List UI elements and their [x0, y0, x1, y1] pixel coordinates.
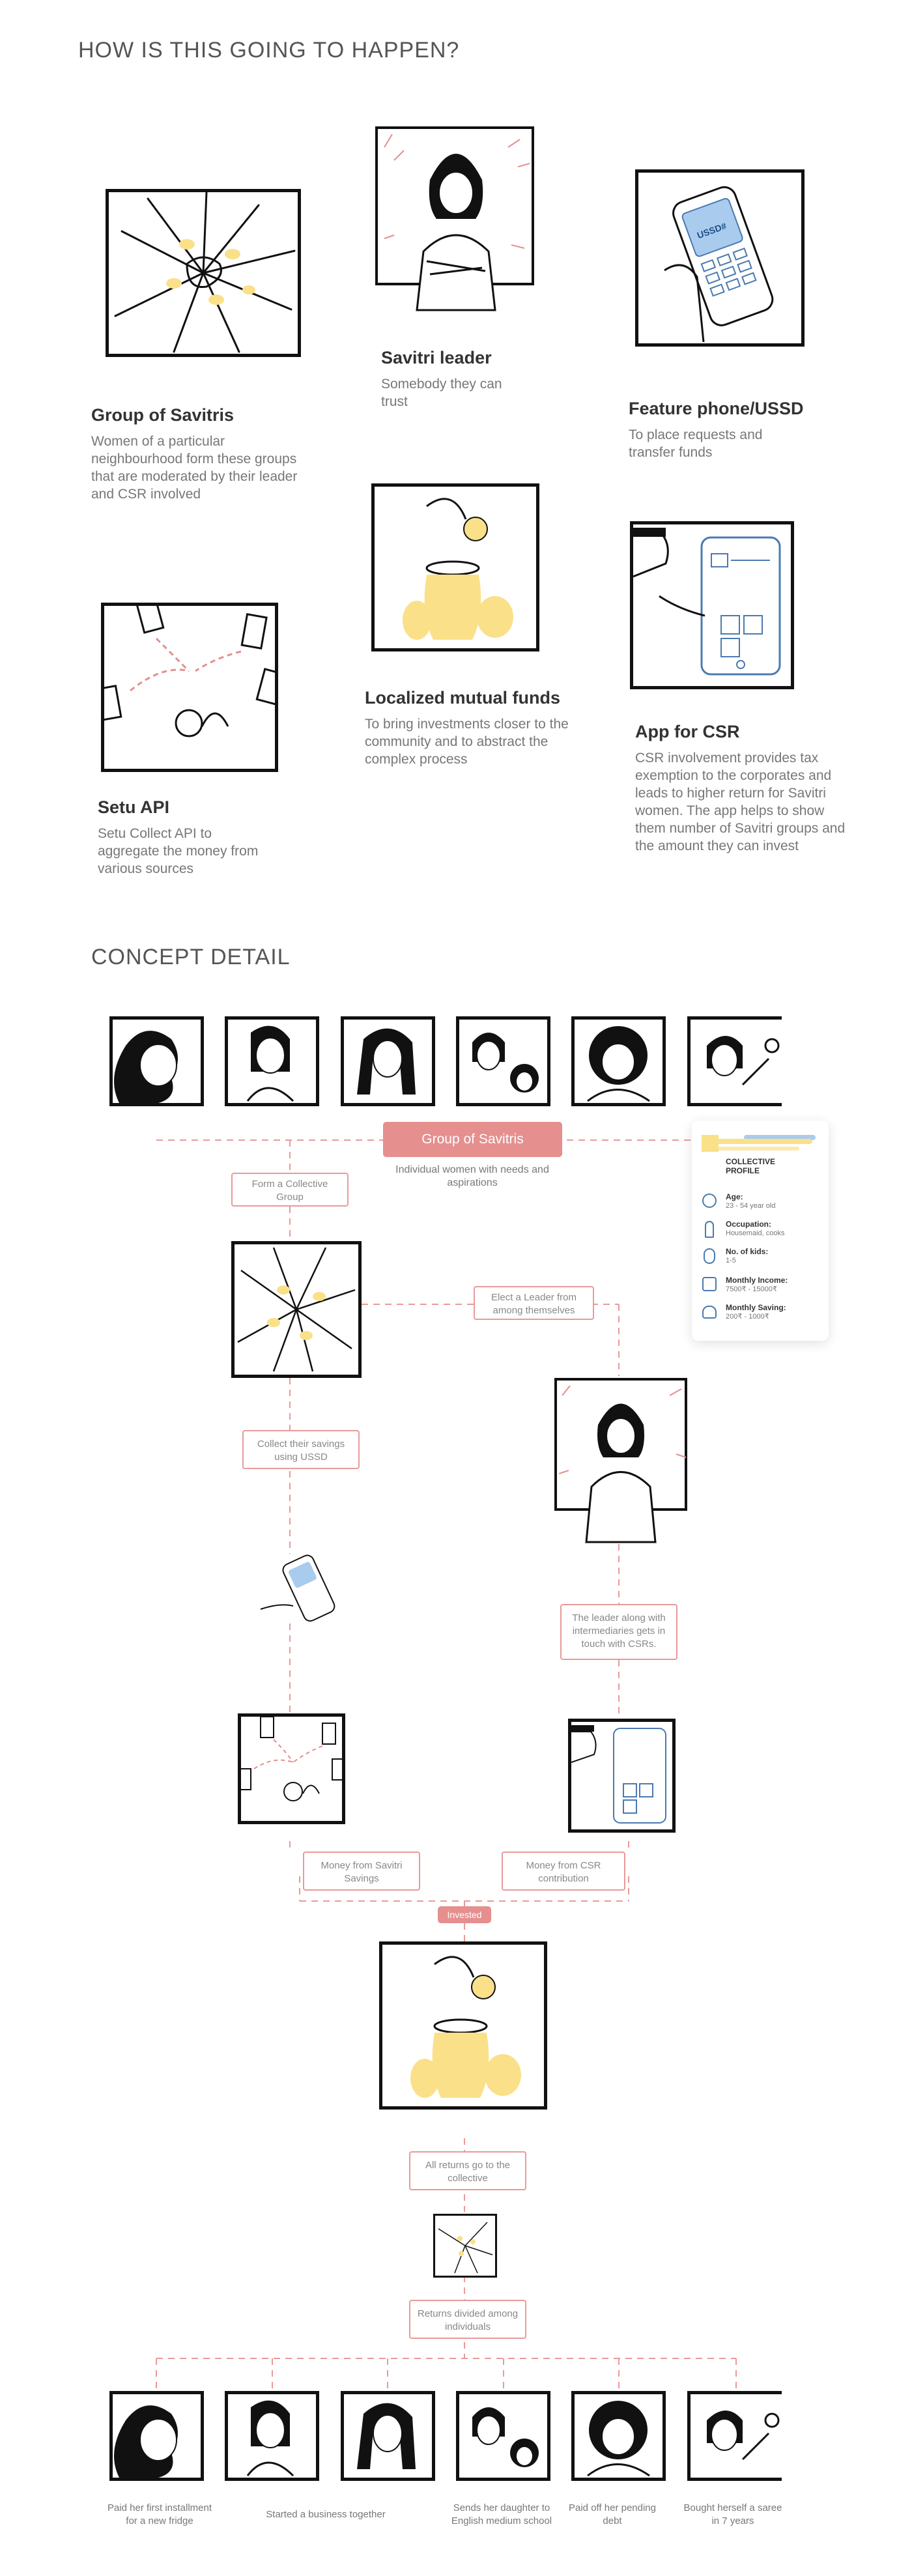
woman-face-icon — [246, 2400, 294, 2477]
saving-icon — [702, 1306, 717, 1319]
feature-phone-icon — [260, 1554, 335, 1622]
money-collect-icon — [237, 1716, 346, 1801]
flow-hands-illustration — [231, 1241, 362, 1378]
step-returns-divided: Returns divided among individuals — [409, 2300, 526, 2339]
woman-portrait-3 — [341, 1016, 435, 1106]
profile-kids-value: 1-5 — [726, 1257, 736, 1265]
money-jar-icon — [410, 1956, 521, 2098]
outcome-caption-5: Bought herself a saree in 7 years — [683, 2502, 782, 2526]
outcome-portrait-6 — [687, 2391, 782, 2481]
woman-portrait-1 — [109, 1016, 204, 1106]
flow-setu-illustration — [237, 1713, 346, 1824]
profile-income-label: Monthly Income: — [726, 1276, 788, 1285]
leader-woman-icon — [554, 1378, 687, 1543]
profile-title-2: PROFILE — [726, 1166, 760, 1175]
flow-funds-illustration — [379, 1941, 547, 2110]
woman-face-icon — [114, 2405, 178, 2478]
invested-pill: Invested — [438, 1906, 491, 1923]
csr-tablet-icon — [571, 1725, 666, 1824]
flow-csr-app-illustration — [568, 1719, 676, 1833]
step-collect-savings: Collect their savings using USSD — [242, 1430, 360, 1469]
outcome-portrait-4 — [456, 2391, 550, 2481]
step-money-csr: Money from CSR contribution — [502, 1852, 625, 1891]
flow-leader-illustration — [552, 1376, 689, 1544]
step-leader-csr: The leader along with intermediaries get… — [560, 1604, 677, 1660]
outcome-caption-1: Paid her first installment for a new fri… — [107, 2502, 212, 2526]
profile-saving-label: Monthly Saving: — [726, 1303, 786, 1312]
flow-hands-small-illustration — [433, 2214, 497, 2278]
woman-face-icon — [357, 2403, 416, 2469]
profile-title-1: COLLECTIVE — [726, 1157, 776, 1166]
woman-portrait-6 — [687, 1016, 782, 1106]
profile-age-value: 23 - 54 year old — [726, 1202, 776, 1210]
hands-stack-icon — [237, 1247, 356, 1372]
outcome-portrait-5 — [571, 2391, 666, 2481]
woman-child-icon — [472, 1033, 539, 1093]
occupation-icon — [705, 1221, 714, 1238]
hands-stack-icon — [438, 2222, 493, 2274]
outcome-caption-2: Started a business together — [266, 2509, 386, 2520]
profile-income-value: 7500₹ - 15000₹ — [726, 1285, 777, 1293]
outcome-portrait-1 — [109, 2391, 204, 2481]
outcome-portrait-2 — [225, 2391, 319, 2481]
outcome-caption-4: Paid off her pending debt — [569, 2502, 656, 2526]
woman-face-icon — [357, 1028, 416, 1095]
profile-saving-value: 200₹ - 1000₹ — [726, 1313, 769, 1321]
profile-color-block — [702, 1135, 719, 1152]
group-of-savitris-pill: Group of Savitris — [383, 1122, 562, 1157]
woman-waving-icon — [707, 2411, 780, 2461]
profile-occupation-label: Occupation: — [726, 1220, 772, 1229]
woman-portrait-4 — [456, 1016, 550, 1106]
age-icon — [702, 1194, 717, 1208]
group-caption: Individual women with needs and aspirati… — [395, 1164, 549, 1188]
outcome-caption-3: Sends her daughter to English medium sch… — [451, 2502, 552, 2526]
profile-age-label: Age: — [726, 1192, 743, 1201]
woman-face-icon — [587, 1026, 650, 1102]
step-form-group: Form a Collective Group — [231, 1173, 349, 1207]
kids-icon — [704, 1248, 715, 1264]
woman-portrait-2 — [225, 1016, 319, 1106]
flow-phone-illustration — [257, 1554, 355, 1625]
woman-face-icon — [246, 1025, 294, 1102]
profile-kids-label: No. of kids: — [726, 1247, 769, 1256]
step-elect-leader: Elect a Leader from among themselves — [474, 1286, 594, 1320]
woman-waving-icon — [707, 1036, 780, 1086]
woman-face-icon — [587, 2401, 650, 2477]
woman-child-icon — [472, 2407, 539, 2467]
step-money-savitri: Money from Savitri Savings — [303, 1852, 420, 1891]
income-icon — [702, 1277, 717, 1291]
woman-face-icon — [114, 1031, 178, 1103]
woman-portrait-5 — [571, 1016, 666, 1106]
profile-occupation-value: Housemaid, cooks — [726, 1229, 785, 1237]
collective-profile-card: COLLECTIVE PROFILE Age: 23 - 54 year old… — [692, 1121, 829, 1341]
outcome-portrait-3 — [341, 2391, 435, 2481]
step-returns-collective: All returns go to the collective — [409, 2151, 526, 2190]
